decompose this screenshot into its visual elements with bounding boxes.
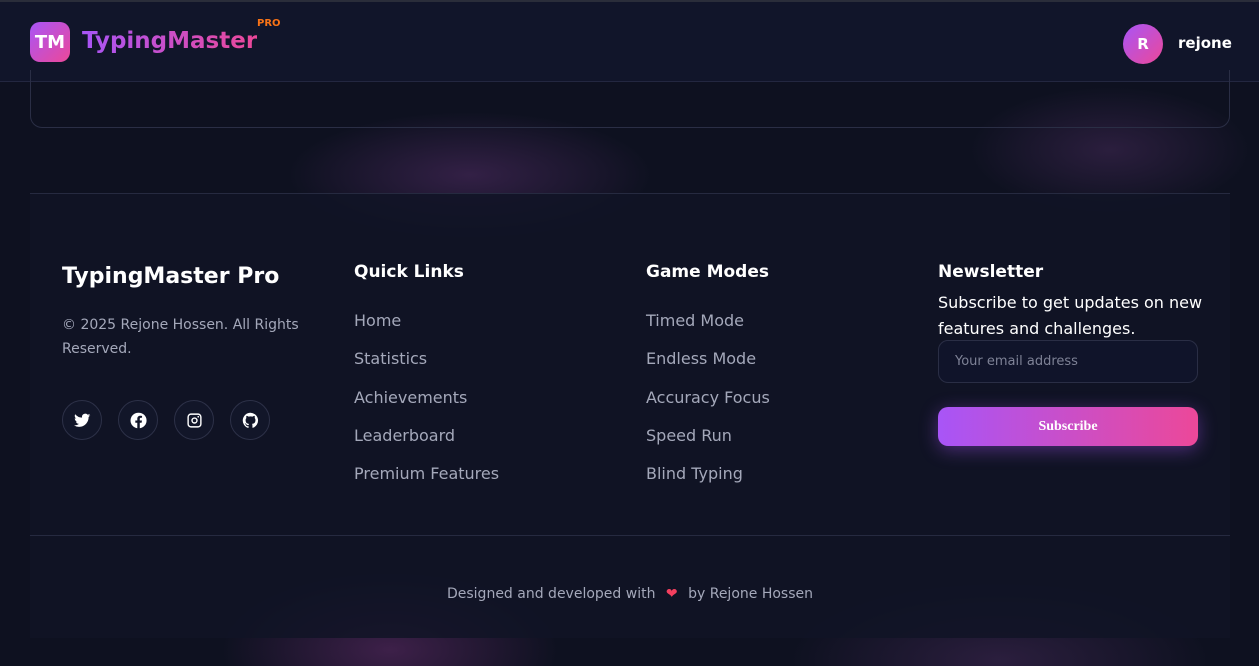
list-item: Achievements xyxy=(354,388,499,426)
list-item: Premium Features xyxy=(354,464,499,502)
footer-link-premium-features[interactable]: Premium Features xyxy=(354,464,499,483)
list-item: Endless Mode xyxy=(646,349,770,387)
footer-link-speed-run[interactable]: Speed Run xyxy=(646,426,732,445)
footer-link-endless-mode[interactable]: Endless Mode xyxy=(646,349,756,368)
social-links xyxy=(62,400,270,440)
username[interactable]: rejone xyxy=(1178,34,1232,52)
game-modes-list: Timed Mode Endless Mode Accuracy Focus S… xyxy=(646,311,770,502)
pro-badge: PRO xyxy=(257,18,281,29)
subscribe-button[interactable]: Subscribe xyxy=(938,407,1198,446)
newsletter-description: Subscribe to get updates on new features… xyxy=(938,293,1203,338)
quick-links-title: Quick Links xyxy=(354,262,464,282)
copyright-text: © 2025 Rejone Hossen. All Rights Reserve… xyxy=(62,317,299,357)
footer-divider xyxy=(30,535,1230,536)
heart-icon: ❤ xyxy=(665,586,678,602)
github-icon[interactable] xyxy=(230,400,270,440)
content-card xyxy=(30,70,1230,128)
list-item: Statistics xyxy=(354,349,499,387)
footer-link-accuracy-focus[interactable]: Accuracy Focus xyxy=(646,388,770,407)
game-modes-title: Game Modes xyxy=(646,262,770,282)
instagram-icon[interactable] xyxy=(174,400,214,440)
footer-link-statistics[interactable]: Statistics xyxy=(354,349,427,368)
logo-icon[interactable]: TM xyxy=(30,22,70,62)
list-item: Accuracy Focus xyxy=(646,388,770,426)
twitter-icon[interactable] xyxy=(62,400,102,440)
newsletter-title: Newsletter xyxy=(938,262,1044,282)
list-item: Home xyxy=(354,311,499,349)
footer-brand-title: TypingMaster Pro xyxy=(62,264,280,289)
quick-links-list: Home Statistics Achievements Leaderboard… xyxy=(354,311,499,502)
footer-link-blind-typing[interactable]: Blind Typing xyxy=(646,464,743,483)
email-field[interactable] xyxy=(938,340,1198,383)
footer: TypingMaster Pro © 2025 Rejone Hossen. A… xyxy=(30,193,1230,638)
facebook-icon[interactable] xyxy=(118,400,158,440)
credit-suffix: by Rejone Hossen xyxy=(688,586,813,602)
list-item: Leaderboard xyxy=(354,426,499,464)
footer-link-leaderboard[interactable]: Leaderboard xyxy=(354,426,455,445)
footer-link-timed-mode[interactable]: Timed Mode xyxy=(646,311,744,330)
footer-link-achievements[interactable]: Achievements xyxy=(354,388,467,407)
credit-line: Designed and developed with ❤ by Rejone … xyxy=(30,586,1230,602)
logo-text[interactable]: TypingMaster xyxy=(82,28,257,54)
list-item: Timed Mode xyxy=(646,311,770,349)
credit-prefix: Designed and developed with xyxy=(446,586,656,602)
avatar[interactable]: R xyxy=(1123,24,1163,64)
footer-link-home[interactable]: Home xyxy=(354,311,401,330)
list-item: Blind Typing xyxy=(646,464,770,502)
list-item: Speed Run xyxy=(646,426,770,464)
